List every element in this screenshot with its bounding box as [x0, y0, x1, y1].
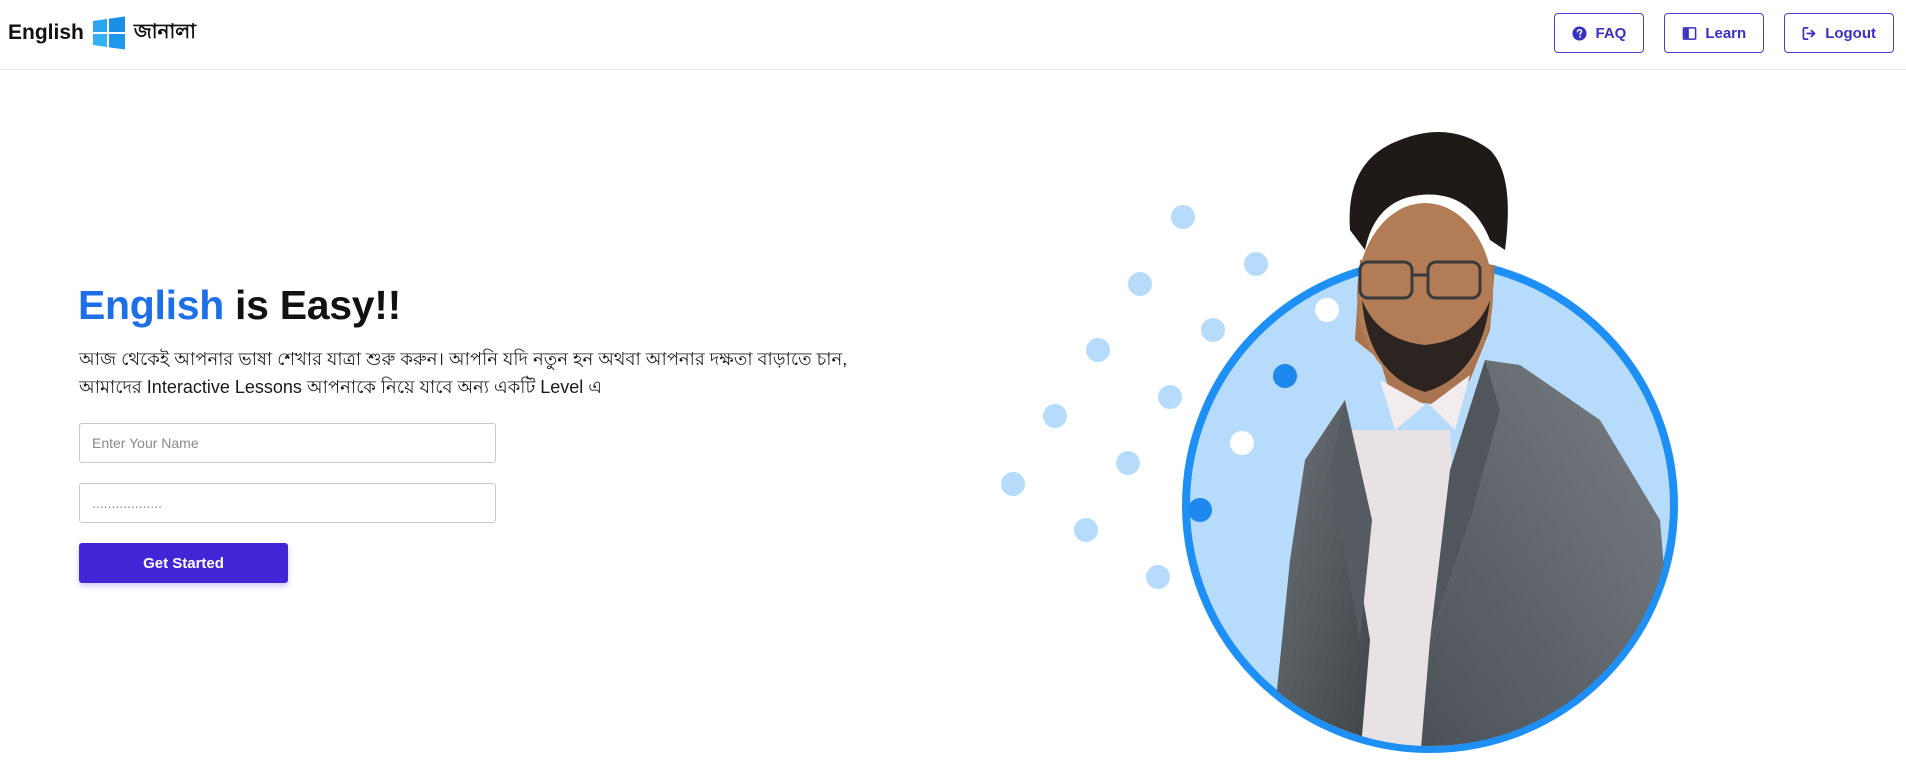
hero-description: আজ থেকেই আপনার ভাষা শেখার যাত্রা শুরু কর… — [79, 349, 848, 397]
brand-logo-link[interactable]: English জানালা — [8, 16, 196, 50]
dot — [1244, 252, 1268, 276]
dot — [1128, 272, 1152, 296]
portrait-frame — [1182, 257, 1678, 753]
name-input[interactable] — [79, 423, 496, 463]
dot — [1043, 404, 1067, 428]
dot — [1086, 338, 1110, 362]
password-input[interactable] — [79, 483, 496, 523]
dot — [1146, 565, 1170, 589]
logout-label: Logout — [1825, 24, 1876, 42]
dot — [1074, 518, 1098, 542]
hero-title-rest: is Easy!! — [223, 282, 402, 328]
brand-text: English — [8, 21, 84, 44]
dot — [1171, 205, 1195, 229]
logout-button[interactable]: Logout — [1784, 13, 1894, 53]
dot — [1201, 318, 1225, 342]
question-circle-icon — [1572, 25, 1588, 41]
learn-button[interactable]: Learn — [1664, 13, 1765, 53]
dot — [1188, 498, 1212, 522]
dot — [1273, 364, 1297, 388]
dot — [1158, 385, 1182, 409]
faq-label: FAQ — [1595, 24, 1627, 42]
dot — [1230, 431, 1254, 455]
dot — [1116, 451, 1140, 475]
header-nav: FAQ Learn Logout — [1554, 13, 1894, 53]
dot — [1001, 472, 1025, 496]
top-navbar: English জানালা FAQ Learn Logout — [0, 0, 1906, 70]
brand-bengali-text: জানালা — [133, 20, 196, 43]
windows-logo-icon — [92, 16, 125, 50]
decorative-dots — [1001, 205, 1339, 589]
book-icon — [1682, 26, 1697, 40]
hero-title: English is Easy!! — [78, 282, 401, 329]
faq-button[interactable]: FAQ — [1554, 13, 1645, 53]
hero-title-accent: English — [78, 282, 224, 328]
get-started-button[interactable]: Get Started — [79, 543, 288, 583]
person-portrait-image — [1270, 132, 1671, 746]
logout-icon — [1802, 26, 1816, 40]
learn-label: Learn — [1705, 24, 1747, 42]
dot — [1315, 298, 1339, 322]
